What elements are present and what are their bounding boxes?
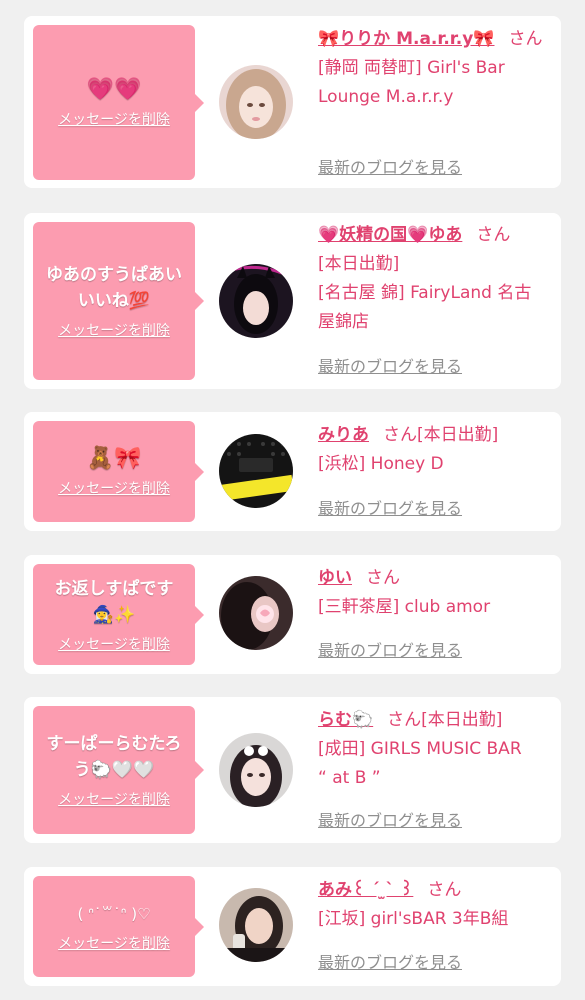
avatar[interactable]: [219, 65, 293, 139]
latest-blog-link[interactable]: 最新のブログを見る: [318, 154, 462, 178]
message-card: すーぱーらむたろ う🐑🤍🤍 メッセージを削除 らむ🐑 さん[本日出勤] [成田] …: [24, 697, 561, 843]
cast-name-link[interactable]: らむ🐑: [318, 710, 373, 730]
message-text: 🧸🎀: [86, 445, 142, 471]
latest-blog-link[interactable]: 最新のブログを見る: [318, 353, 462, 377]
shop-line-1: [江坂] girl'sBAR 3年B組: [318, 909, 509, 929]
message-card: お返しすぱです 🧙‍♀️✨ メッセージを削除 ゆい さん [三軒茶屋] club …: [24, 555, 561, 674]
message-bubble: 🧸🎀 メッセージを削除: [33, 421, 204, 522]
message-card: 💗💗 メッセージを削除 🎀りりか M.a.r.r.y🎀 さん [静岡 両替町] G…: [24, 16, 561, 188]
cast-name-link[interactable]: 🎀りりか M.a.r.r.y🎀: [318, 29, 494, 49]
name-line: あみ꒰ ˊ ̫ˋ ꒱ さん: [318, 876, 551, 905]
message-text: すーぱーらむたろ う🐑🤍🤍: [46, 734, 182, 780]
avatar-photo: [219, 576, 293, 650]
delete-message-link[interactable]: メッセージを削除: [58, 789, 170, 809]
latest-blog-link[interactable]: 最新のブログを見る: [318, 949, 462, 973]
shop-line-2: Lounge M.a.r.r.y: [318, 87, 454, 107]
shop-line-1: [三軒茶屋] club amor: [318, 597, 491, 617]
status-tag: [本日出勤]: [421, 710, 503, 730]
shop-line-1: [本日出勤]: [318, 254, 400, 274]
delete-message-link[interactable]: メッセージを削除: [58, 320, 170, 340]
avatar-photo: [219, 65, 293, 139]
message-bubble: すーぱーらむたろ う🐑🤍🤍 メッセージを削除: [33, 706, 204, 834]
honorific: さん: [366, 568, 400, 588]
message-text: ゆあのすうぱあい いいね💯: [46, 265, 182, 311]
delete-message-link[interactable]: メッセージを削除: [58, 933, 170, 953]
message-card: 🧸🎀 メッセージを削除 みりあ さん[本日出勤] [浜松] Honey D 最新の…: [24, 412, 561, 531]
message-text: ( ᐢ˙꒳˙ᐢ )♡: [77, 904, 151, 923]
latest-blog-link[interactable]: 最新のブログを見る: [318, 807, 462, 831]
avatar[interactable]: [219, 888, 293, 962]
message-bubble: 💗💗 メッセージを削除: [33, 25, 204, 180]
cast-name-link[interactable]: ゆい: [318, 568, 352, 588]
message-bubble: お返しすぱです 🧙‍♀️✨ メッセージを削除: [33, 564, 204, 665]
shop-line-1: [静岡 両替町] Girl's Bar: [318, 58, 505, 78]
avatar[interactable]: [219, 434, 293, 508]
honorific: さん: [383, 425, 417, 445]
shop-line-2: “ at B ”: [318, 768, 381, 788]
shop-line-1: [成田] GIRLS MUSIC BAR: [318, 739, 522, 759]
latest-blog-link[interactable]: 最新のブログを見る: [318, 495, 462, 519]
honorific: さん: [427, 880, 462, 900]
honorific: さん: [476, 225, 511, 245]
shop-line-3: 屋錦店: [318, 312, 369, 332]
name-line: 🎀りりか M.a.r.r.y🎀 さん: [318, 25, 551, 54]
name-line: 💗妖精の国💗ゆあ さん: [318, 221, 551, 250]
avatar-photo: [219, 434, 293, 508]
status-tag: [本日出勤]: [417, 425, 499, 445]
message-text: 💗💗: [86, 76, 142, 102]
latest-blog-link[interactable]: 最新のブログを見る: [318, 637, 462, 661]
message-bubble: ( ᐢ˙꒳˙ᐢ )♡ メッセージを削除: [33, 876, 204, 977]
cast-info: みりあ さん[本日出勤] [浜松] Honey D: [318, 421, 551, 479]
cast-info: 🎀りりか M.a.r.r.y🎀 さん [静岡 両替町] Girl's Bar Lo…: [318, 25, 551, 112]
message-card: ( ᐢ˙꒳˙ᐢ )♡ メッセージを削除 あみ꒰ ˊ ̫ˋ ꒱ さん [江坂] gi…: [24, 867, 561, 986]
honorific: さん: [387, 710, 422, 730]
name-line: らむ🐑 さん[本日出勤]: [318, 706, 551, 735]
avatar-photo: [219, 264, 293, 338]
avatar[interactable]: [219, 264, 293, 338]
cast-info: 💗妖精の国💗ゆあ さん [本日出勤] [名古屋 錦] FairyLand 名古 屋…: [318, 221, 551, 337]
cast-info: ゆい さん [三軒茶屋] club amor: [318, 564, 551, 622]
cast-info: あみ꒰ ˊ ̫ˋ ꒱ さん [江坂] girl'sBAR 3年B組: [318, 876, 551, 934]
cast-info: らむ🐑 さん[本日出勤] [成田] GIRLS MUSIC BAR “ at B …: [318, 706, 551, 793]
delete-message-link[interactable]: メッセージを削除: [58, 478, 170, 498]
cast-name-link[interactable]: あみ꒰ ˊ ̫ˋ ꒱: [318, 880, 413, 900]
cast-name-link[interactable]: 💗妖精の国💗ゆあ: [318, 225, 462, 245]
avatar-photo: [219, 888, 293, 962]
shop-line-1: [浜松] Honey D: [318, 454, 444, 474]
delete-message-link[interactable]: メッセージを削除: [58, 634, 170, 654]
cast-name-link[interactable]: みりあ: [318, 425, 369, 445]
message-text: お返しすぱです 🧙‍♀️✨: [54, 578, 174, 625]
delete-message-link[interactable]: メッセージを削除: [58, 109, 170, 129]
honorific: さん: [508, 29, 543, 49]
avatar[interactable]: [219, 733, 293, 807]
name-line: ゆい さん: [318, 564, 551, 593]
message-bubble: ゆあのすうぱあい いいね💯 メッセージを削除: [33, 222, 204, 380]
name-line: みりあ さん[本日出勤]: [318, 421, 551, 450]
avatar-photo: [219, 733, 293, 807]
shop-line-2: [名古屋 錦] FairyLand 名古: [318, 283, 532, 303]
message-card: ゆあのすうぱあい いいね💯 メッセージを削除 💗妖精の国💗ゆあ さん [本日出勤]…: [24, 213, 561, 389]
avatar[interactable]: [219, 576, 293, 650]
